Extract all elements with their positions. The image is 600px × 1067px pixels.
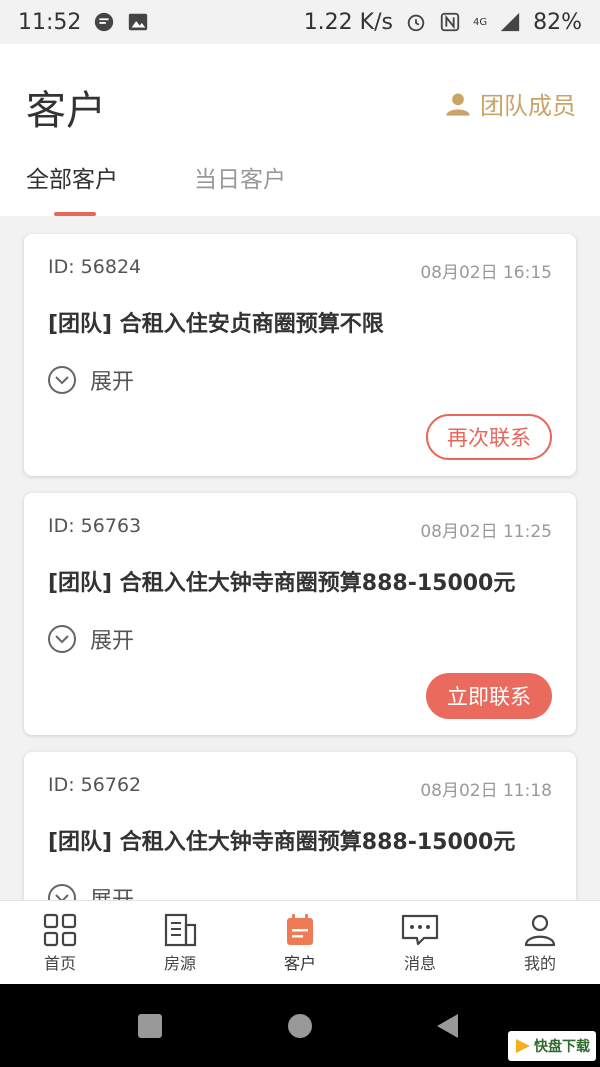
- bottom-nav: 首页 房源 客户 消息 我的: [0, 900, 600, 985]
- customer-id: ID: 56763: [48, 515, 142, 537]
- expand-toggle[interactable]: 展开: [48, 882, 134, 900]
- nav-listings[interactable]: 房源: [120, 901, 240, 985]
- calendar-icon: [287, 914, 313, 945]
- recent-apps-icon[interactable]: [136, 1012, 164, 1040]
- expand-toggle[interactable]: 展开: [48, 623, 134, 655]
- customer-id: ID: 56824: [48, 256, 142, 278]
- chevron-down-icon: [48, 884, 76, 900]
- network-type: 4G: [472, 16, 488, 28]
- customer-title: [团队] 合租入住安贞商圈预算不限: [48, 312, 384, 337]
- customer-time: 08月02日 11:18: [420, 781, 552, 801]
- customer-card[interactable]: ID: 56762 08月02日 11:18 [团队] 合租入住大钟寺商圈预算8…: [24, 752, 576, 900]
- customer-list[interactable]: ID: 56824 08月02日 16:15 [团队] 合租入住安贞商圈预算不限…: [0, 216, 600, 900]
- chevron-down-icon: [48, 625, 76, 653]
- signal-icon: [500, 12, 520, 32]
- nav-me[interactable]: 我的: [480, 901, 600, 985]
- status-bar: 11:52 1.22 K/s 4G 82%: [0, 0, 600, 44]
- team-members-label: 团队成员: [480, 92, 576, 120]
- nav-listings-label: 房源: [163, 954, 196, 973]
- network-speed: 1.22 K/s: [303, 9, 393, 35]
- grid-icon: [43, 913, 77, 947]
- watermark-logo: 快盘下载: [508, 1031, 596, 1061]
- expand-label: 展开: [90, 882, 134, 900]
- watermark-text: 快盘下载: [534, 1039, 590, 1055]
- expand-toggle[interactable]: 展开: [48, 364, 134, 396]
- chevron-down-icon: [48, 366, 76, 394]
- page-header: 客户 团队成员 全部客户 当日客户: [0, 44, 600, 216]
- image-icon: [129, 13, 148, 31]
- building-icon: [164, 913, 197, 947]
- alarm-icon: [407, 14, 425, 32]
- home-icon[interactable]: [286, 1012, 314, 1040]
- customer-card[interactable]: ID: 56763 08月02日 11:25 [团队] 合租入住大钟寺商圈预算8…: [24, 493, 576, 735]
- expand-label: 展开: [90, 370, 135, 395]
- nav-messages-label: 消息: [403, 954, 436, 973]
- logo-icon: [516, 1039, 530, 1053]
- customer-id: ID: 56762: [48, 774, 142, 796]
- chat-icon: [401, 914, 439, 946]
- expand-label: 展开: [90, 629, 135, 654]
- page-title: 客户: [26, 88, 106, 134]
- contact-again-button[interactable]: 再次联系: [426, 414, 552, 460]
- customer-title: [团队] 合租入住大钟寺商圈预算888-15000元: [48, 571, 516, 596]
- battery-level: 82%: [533, 9, 582, 35]
- nav-customers[interactable]: 客户: [240, 901, 360, 985]
- nav-messages[interactable]: 消息: [360, 901, 480, 985]
- customer-time: 08月02日 11:25: [420, 522, 552, 542]
- team-members-button[interactable]: 团队成员: [444, 86, 576, 121]
- nfc-icon: [440, 12, 460, 32]
- customer-time: 08月02日 16:15: [420, 263, 552, 283]
- tab-all-customers[interactable]: 全部客户: [26, 160, 118, 194]
- person-icon: [524, 914, 556, 947]
- message-icon: [95, 12, 114, 32]
- nav-customers-label: 客户: [283, 954, 316, 973]
- nav-home-label: 首页: [43, 954, 76, 973]
- person-icon: [446, 93, 470, 116]
- nav-me-label: 我的: [523, 954, 556, 973]
- tab-today-customers[interactable]: 当日客户: [194, 160, 286, 194]
- contact-now-button[interactable]: 立即联系: [426, 673, 552, 719]
- back-icon[interactable]: [434, 1012, 462, 1040]
- customer-card[interactable]: ID: 56824 08月02日 16:15 [团队] 合租入住安贞商圈预算不限…: [24, 234, 576, 476]
- status-time: 11:52: [18, 9, 82, 35]
- nav-home[interactable]: 首页: [0, 901, 120, 985]
- customer-title: [团队] 合租入住大钟寺商圈预算888-15000元: [48, 830, 516, 855]
- tab-bar: 全部客户 当日客户: [0, 156, 600, 216]
